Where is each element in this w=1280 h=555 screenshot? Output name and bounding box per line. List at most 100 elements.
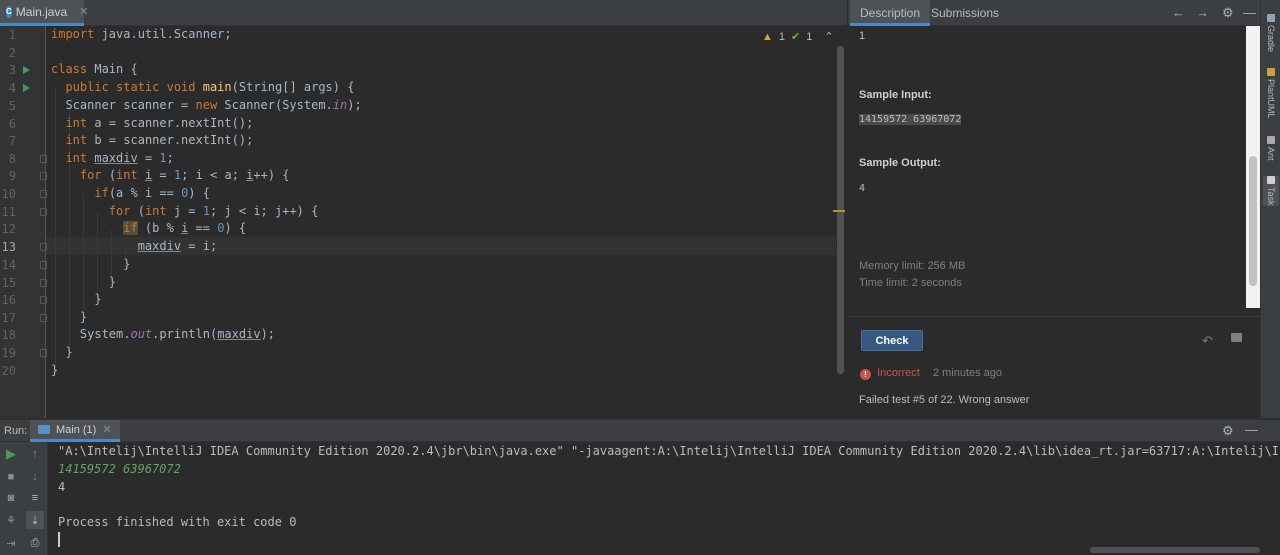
fold-marker-icon[interactable] xyxy=(40,155,47,163)
line-number: 18 xyxy=(1,328,16,342)
code-line: public static void main(String[] args) { xyxy=(65,80,355,94)
code-line: } xyxy=(51,275,117,289)
line-number: 8 xyxy=(8,152,16,166)
tool-ant[interactable]: Ant xyxy=(1263,136,1279,161)
java-class-icon: C xyxy=(6,5,12,18)
tool-plantuml[interactable]: PlantUML xyxy=(1263,68,1279,119)
task-panel-tabs: Description Submissions ← → ⚙ — xyxy=(848,0,1260,26)
line-number: 6 xyxy=(8,117,16,131)
run-tab-main[interactable]: Main (1) ✕ xyxy=(30,420,120,442)
result-status: ! Incorrect 2 minutes ago xyxy=(860,367,1002,380)
memory-limit: Memory limit: 256 MB xyxy=(859,260,966,272)
sample-input-label: Sample Input: xyxy=(859,89,932,101)
line-number: 15 xyxy=(1,276,16,290)
exit-icon[interactable]: ⇥ xyxy=(4,536,18,550)
scroll-up-icon[interactable]: ↑ xyxy=(28,447,42,461)
run-tab-label: Main (1) xyxy=(56,423,97,436)
run-tool-window-header: Run: Main (1) ✕ ⚙ — xyxy=(0,419,1280,442)
scroll-to-end-icon[interactable]: ⇣ xyxy=(26,511,44,529)
console-output[interactable]: "A:\Intelij\IntelliJ IDEA Community Edit… xyxy=(48,442,1280,555)
warning-count: 1 xyxy=(778,30,786,43)
comment-icon[interactable] xyxy=(1231,333,1242,342)
check-button[interactable]: Check xyxy=(861,330,923,351)
fold-marker-icon[interactable] xyxy=(40,208,47,216)
fold-marker-icon[interactable] xyxy=(40,349,47,357)
run-gutter-icon[interactable] xyxy=(23,84,30,92)
result-message: Failed test #5 of 22. Wrong answer xyxy=(859,394,1030,406)
fold-marker-icon[interactable] xyxy=(40,243,47,251)
rerun-icon[interactable]: ▶ xyxy=(4,446,18,461)
code-line: if (b % i == 0) { xyxy=(123,221,247,235)
fold-marker-icon[interactable] xyxy=(40,261,47,269)
stop-icon[interactable]: ■ xyxy=(4,470,18,484)
sample-output-value: 4 xyxy=(859,183,866,194)
fold-marker-icon[interactable] xyxy=(40,190,47,198)
tool-gradle[interactable]: Gradle xyxy=(1263,14,1279,52)
minimize-icon[interactable]: — xyxy=(1243,5,1256,20)
line-number: 14 xyxy=(1,258,16,272)
code-line: } xyxy=(51,345,73,359)
task-description: 1 Sample Input: 14159572 63967072 Sample… xyxy=(848,26,1246,308)
line-number: 3 xyxy=(8,63,16,77)
plantuml-icon xyxy=(1267,68,1275,76)
fold-marker-icon[interactable] xyxy=(40,172,47,180)
description-text: 1 xyxy=(859,30,866,42)
close-icon[interactable]: ✕ xyxy=(79,5,88,18)
minimize-icon[interactable]: — xyxy=(1245,422,1258,437)
tool-label: Ant xyxy=(1266,147,1276,161)
line-gutter: 1 2 3 4 5 6 7 8 9 10 11 12 13 14 15 16 17 18 19 20 xyxy=(0,26,47,418)
tab-description[interactable]: Description xyxy=(850,0,931,26)
error-stripe-marker[interactable] xyxy=(833,210,845,212)
close-icon[interactable]: ✕ xyxy=(102,423,111,436)
tab-main-java[interactable]: C Main.java ✕ xyxy=(0,0,88,26)
console-line-output: 4 xyxy=(58,480,66,494)
console-horizontal-scrollbar[interactable] xyxy=(1090,547,1260,553)
tool-label: Gradle xyxy=(1266,25,1276,53)
gear-icon[interactable]: ⚙ xyxy=(1222,5,1234,21)
console-line-command: "A:\Intelij\IntelliJ IDEA Community Edit… xyxy=(58,444,1280,458)
text-caret xyxy=(58,532,60,547)
time-limit: Time limit: 2 seconds xyxy=(859,277,962,289)
code-line: for (int i = 1; i < a; i++) { xyxy=(79,168,290,182)
fold-marker-icon[interactable] xyxy=(40,314,47,322)
line-number: 19 xyxy=(1,346,16,360)
console-line-exit: Process finished with exit code 0 xyxy=(58,515,297,529)
code-line: int a = scanner.nextInt(); xyxy=(65,116,254,130)
debug-icon[interactable]: ⚘ xyxy=(4,513,18,527)
description-scrollbar[interactable] xyxy=(1246,26,1260,308)
arrow-left-icon[interactable]: ← xyxy=(1172,5,1185,20)
tab-label: Main.java xyxy=(15,4,68,19)
tab-submissions[interactable]: Submissions xyxy=(921,0,1009,26)
run-label: Run: xyxy=(4,425,28,437)
reset-icon[interactable]: ↶ xyxy=(1202,333,1213,349)
arrow-right-icon[interactable]: → xyxy=(1196,5,1209,20)
code-editor[interactable]: 1 2 3 4 5 6 7 8 9 10 11 12 13 14 15 16 17 18 19 20 ▲ 1 ✔ 1 … xyxy=(0,26,855,418)
tool-label: PlantUML xyxy=(1266,79,1276,119)
gear-icon[interactable]: ⚙ xyxy=(1222,423,1234,439)
ok-count: 1 xyxy=(806,30,813,43)
line-number: 2 xyxy=(8,46,16,60)
print-icon[interactable]: ⎙ xyxy=(28,536,42,550)
gradle-icon xyxy=(1267,14,1275,22)
line-number: 13 xyxy=(1,240,16,254)
code-line: maxdiv = i; xyxy=(137,239,218,253)
run-gutter-icon[interactable] xyxy=(23,66,30,74)
tool-task[interactable]: Task xyxy=(1263,176,1279,206)
code-line: int b = scanner.nextInt(); xyxy=(65,133,254,147)
error-icon: ! xyxy=(860,369,871,380)
check-icon: ✔ xyxy=(791,31,801,43)
line-number: 9 xyxy=(8,169,16,183)
scrollbar-thumb[interactable] xyxy=(1249,156,1257,286)
inspection-widget[interactable]: ▲ 1 ✔ 1 ⌃ ⌄ xyxy=(762,30,855,44)
fold-marker-icon[interactable] xyxy=(40,279,47,287)
task-icon xyxy=(1267,176,1275,184)
camera-icon[interactable]: ◙ xyxy=(4,491,18,505)
code-line: System.out.println(maxdiv); xyxy=(51,327,276,341)
line-number: 7 xyxy=(8,134,16,148)
chevron-up-icon[interactable]: ⌃ xyxy=(824,30,833,43)
fold-marker-icon[interactable] xyxy=(40,296,47,304)
scroll-down-icon[interactable]: ↓ xyxy=(28,470,42,484)
line-number: 5 xyxy=(8,99,16,113)
line-number: 4 xyxy=(8,81,16,95)
soft-wrap-icon[interactable]: ≡ xyxy=(28,491,42,505)
